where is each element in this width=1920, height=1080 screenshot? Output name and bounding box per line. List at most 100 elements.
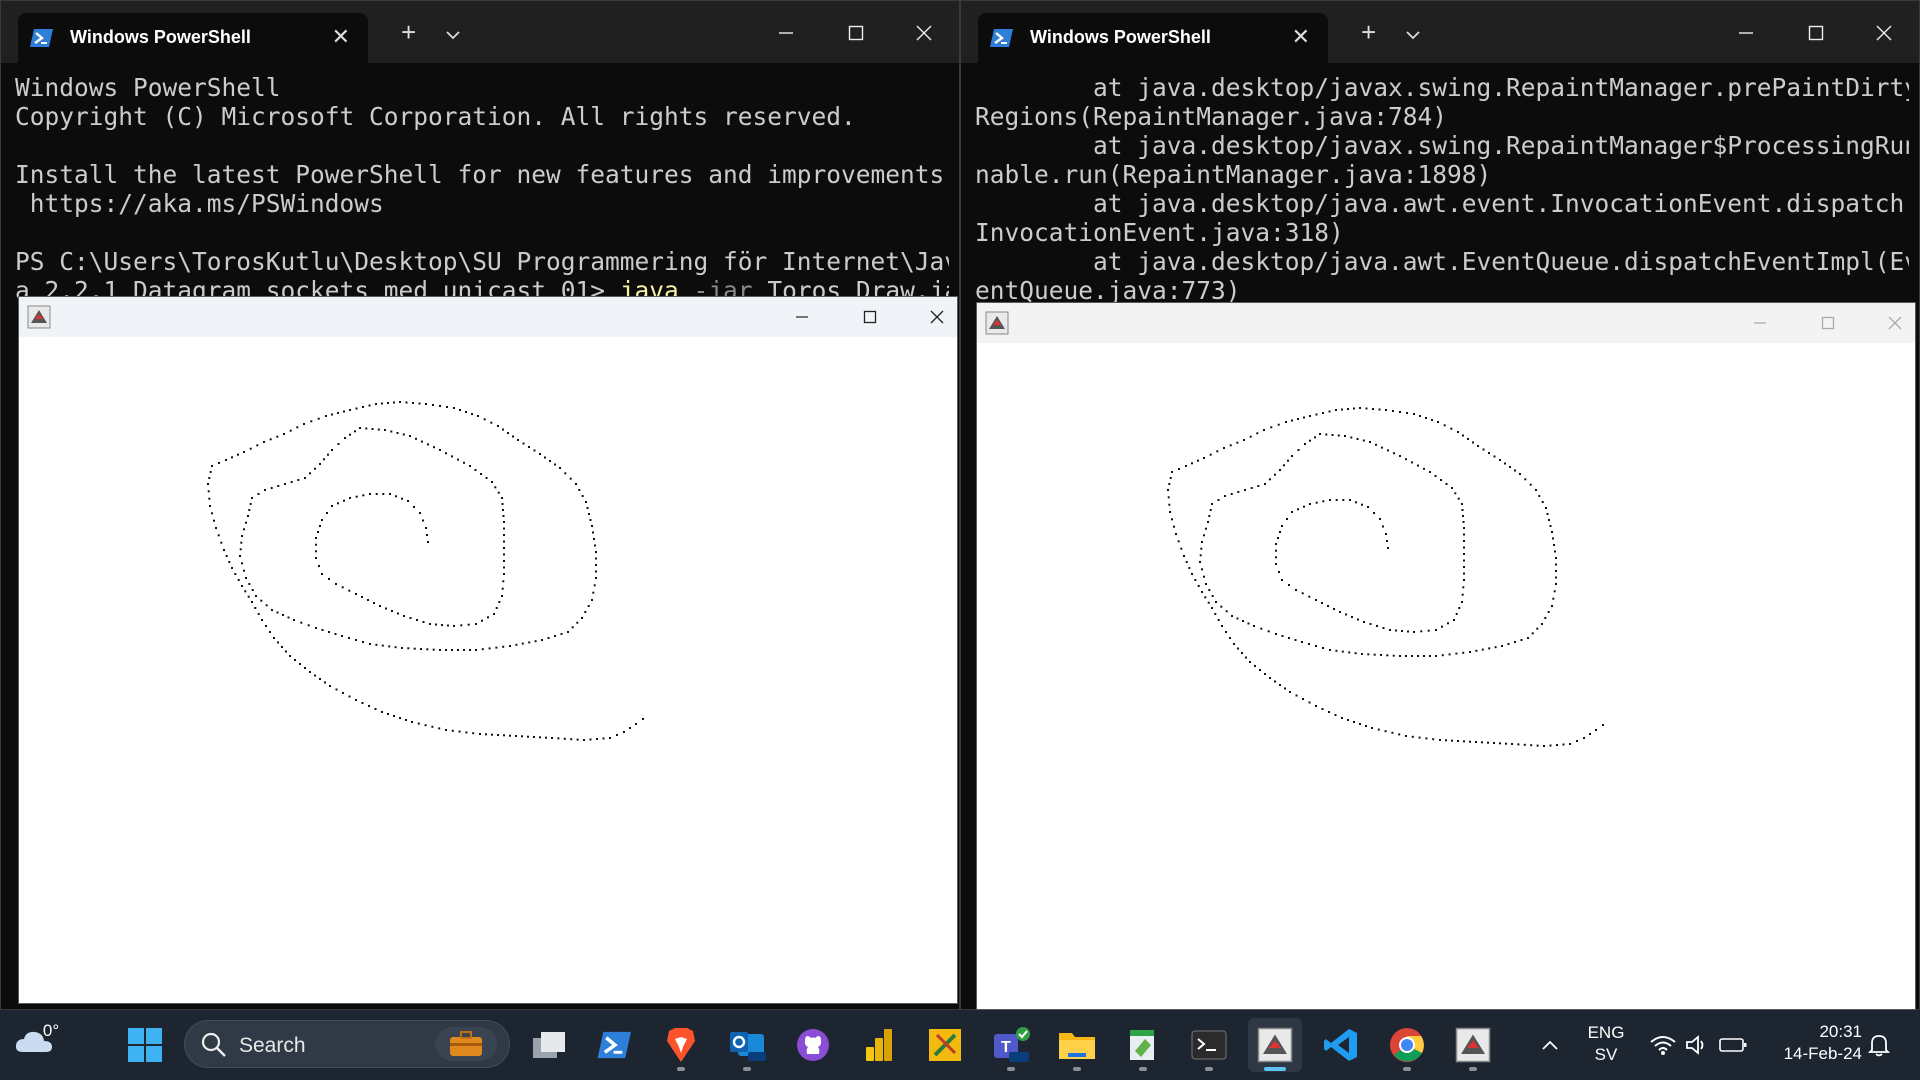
close-window-icon[interactable] — [914, 299, 960, 335]
stroke-dot — [413, 647, 416, 650]
drawing-canvas[interactable] — [19, 337, 957, 1003]
stroke-dot — [245, 577, 247, 579]
stroke-dot — [315, 550, 317, 553]
stroke-dot — [463, 461, 465, 464]
chevron-down-icon[interactable] — [1406, 27, 1420, 45]
minimize-icon[interactable] — [1737, 305, 1783, 341]
chrome-icon[interactable] — [1380, 1018, 1434, 1072]
notification-bell-icon[interactable] — [1864, 1030, 1894, 1060]
new-tab-icon[interactable]: + — [1361, 19, 1376, 45]
stroke-dot — [239, 555, 241, 557]
new-tab-icon[interactable]: + — [401, 19, 416, 45]
stroke-dot — [1441, 625, 1443, 628]
stroke-dot — [1419, 415, 1421, 417]
java-taskbar-icon-2[interactable] — [1446, 1018, 1500, 1072]
maximize-icon[interactable] — [836, 15, 876, 51]
stroke-dot — [1541, 623, 1543, 625]
tool-app-icon[interactable] — [918, 1018, 972, 1072]
close-window-icon[interactable] — [1872, 305, 1918, 341]
chevron-down-icon[interactable] — [446, 27, 460, 45]
stroke-dot — [1392, 654, 1395, 657]
battery-icon[interactable] — [1716, 1030, 1750, 1060]
language-indicator[interactable]: ENG SV — [1578, 1022, 1634, 1066]
java-titlebar[interactable] — [977, 303, 1915, 343]
stroke-dot — [1463, 546, 1465, 549]
clock[interactable]: 20:31 14-Feb-24 — [1766, 1021, 1862, 1065]
outlook-icon[interactable] — [720, 1018, 774, 1072]
teams-icon[interactable]: T — [984, 1018, 1038, 1072]
java-taskbar-icon[interactable] — [1248, 1018, 1302, 1072]
stroke-dot — [1303, 505, 1305, 508]
stroke-dot — [1207, 601, 1210, 604]
stroke-dot — [1233, 643, 1235, 645]
stroke-dot — [571, 626, 574, 629]
stroke-dot — [243, 569, 245, 572]
stroke-dot — [593, 584, 596, 587]
close-tab-icon[interactable]: ✕ — [1292, 24, 1310, 50]
stroke-dot — [1417, 655, 1419, 657]
stroke-dot — [401, 497, 403, 500]
minimize-icon[interactable] — [779, 299, 825, 335]
java-titlebar[interactable] — [19, 297, 957, 337]
brave-browser-icon[interactable] — [654, 1018, 708, 1072]
stroke-dot — [1435, 655, 1437, 657]
stroke-dot — [328, 631, 330, 633]
terminal-text: Copyright (C) Microsoft Corporation. All… — [15, 102, 856, 131]
stroke-dot — [1169, 511, 1171, 513]
chevron-up-icon[interactable] — [1535, 1030, 1565, 1060]
maximize-icon[interactable] — [847, 299, 893, 335]
stroke-dot — [1275, 563, 1277, 565]
stroke-dot — [1291, 511, 1293, 513]
notepad-icon[interactable] — [1116, 1018, 1170, 1072]
vscode-icon[interactable] — [1314, 1018, 1368, 1072]
stroke-dot — [1281, 579, 1283, 581]
power-bi-icon[interactable] — [852, 1018, 906, 1072]
stroke-dot — [1384, 730, 1387, 733]
minimize-icon[interactable] — [766, 15, 806, 51]
close-window-icon[interactable] — [1864, 15, 1904, 51]
stroke-dot — [1267, 630, 1270, 633]
maximize-icon[interactable] — [1805, 305, 1851, 341]
stroke-dot — [1411, 735, 1414, 738]
file-explorer-icon[interactable] — [1050, 1018, 1104, 1072]
stroke-dot — [1434, 475, 1437, 477]
stroke-dot — [1367, 653, 1370, 656]
close-window-icon[interactable] — [904, 15, 944, 51]
stroke-dot — [1322, 647, 1324, 649]
stroke-dot — [318, 565, 320, 567]
stroke-dot — [1229, 637, 1231, 639]
java-draw-window-right[interactable] — [976, 302, 1916, 1010]
stroke-dot — [494, 486, 497, 489]
stroke-dot — [1393, 452, 1395, 455]
stroke-dot — [495, 607, 498, 609]
terminal-tab[interactable]: Windows PowerShell ✕ — [18, 13, 368, 63]
task-view-button[interactable] — [522, 1018, 576, 1072]
stroke-dot — [451, 455, 453, 458]
stroke-dot — [483, 418, 486, 421]
java-draw-window-left[interactable] — [18, 296, 958, 1004]
stroke-dot — [314, 674, 316, 677]
stroke-dot — [1217, 619, 1220, 621]
stroke-dot — [1509, 466, 1511, 468]
drawing-canvas[interactable] — [977, 343, 1915, 1009]
start-button[interactable] — [118, 1018, 172, 1072]
github-icon[interactable] — [786, 1018, 840, 1072]
wifi-icon[interactable] — [1648, 1030, 1678, 1060]
stroke-dot — [1277, 423, 1280, 426]
powershell-taskbar-icon[interactable] — [588, 1018, 642, 1072]
stroke-dot — [277, 485, 280, 487]
stroke-dot — [569, 477, 572, 480]
volume-icon[interactable] — [1682, 1030, 1712, 1060]
stroke-dot — [1288, 637, 1290, 639]
terminal-icon[interactable] — [1182, 1018, 1236, 1072]
maximize-icon[interactable] — [1796, 15, 1836, 51]
stroke-dot — [1225, 610, 1228, 613]
minimize-icon[interactable] — [1726, 15, 1766, 51]
stroke-dot — [283, 433, 285, 435]
stroke-dot — [1214, 613, 1217, 615]
taskbar-search[interactable]: Search — [184, 1020, 510, 1068]
close-tab-icon[interactable]: ✕ — [332, 24, 350, 50]
stroke-dot — [503, 573, 505, 575]
stroke-dot — [474, 469, 477, 471]
terminal-tab[interactable]: Windows PowerShell ✕ — [978, 13, 1328, 63]
